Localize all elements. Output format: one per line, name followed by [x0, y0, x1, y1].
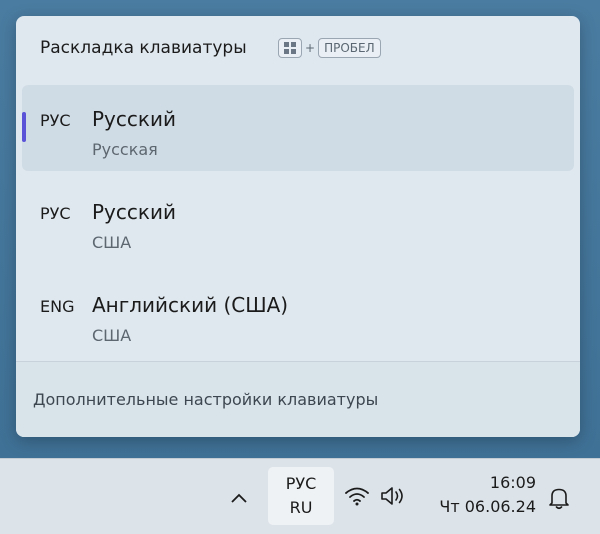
space-key: ПРОБЕЛ — [318, 38, 381, 58]
layout-language: Английский (США) — [92, 293, 289, 317]
flyout-footer: Дополнительные настройки клавиатуры — [16, 361, 580, 437]
shortcut-plus: + — [305, 41, 316, 55]
wifi-icon — [344, 486, 370, 510]
layout-item-russian-us[interactable]: РУС Русский США — [22, 178, 574, 264]
layout-keyboard: США — [92, 233, 132, 252]
clock[interactable]: 16:09 Чт 06.06.24 — [426, 471, 536, 523]
layout-language: Русский — [92, 200, 176, 224]
layout-item-russian-russian[interactable]: РУС Русский Русская — [22, 85, 574, 171]
clock-time: 16:09 — [489, 473, 536, 492]
layout-keyboard: Русская — [92, 140, 158, 159]
volume-icon — [380, 485, 408, 511]
quick-settings-button[interactable] — [344, 481, 414, 515]
flyout-title: Раскладка клавиатуры — [40, 38, 247, 58]
taskbar: РУС RU 16:09 Чт 06.06.24 — [0, 458, 600, 534]
selected-indicator — [22, 112, 26, 142]
layout-code: РУС — [40, 111, 71, 130]
more-keyboard-settings-link[interactable]: Дополнительные настройки клавиатуры — [33, 390, 378, 409]
input-language-button[interactable]: РУС RU — [268, 467, 334, 525]
layout-keyboard: США — [92, 326, 132, 345]
windows-key-icon — [278, 38, 302, 58]
keyboard-layout-flyout: Раскладка клавиатуры + ПРОБЕЛ РУС Русски… — [16, 16, 580, 437]
layout-code: РУС — [40, 204, 71, 223]
layout-item-english-us[interactable]: ENG Английский (США) США — [22, 271, 574, 357]
chevron-up-icon[interactable] — [222, 481, 256, 515]
flyout-header: Раскладка клавиатуры + ПРОБЕЛ — [16, 16, 580, 82]
input-language-region: RU — [289, 498, 313, 517]
layout-language: Русский — [92, 107, 176, 131]
bell-icon[interactable] — [542, 481, 576, 515]
shortcut-hint: + ПРОБЕЛ — [278, 38, 381, 58]
clock-date: Чт 06.06.24 — [439, 497, 536, 516]
layout-code: ENG — [40, 297, 75, 316]
input-language-code: РУС — [285, 474, 317, 493]
